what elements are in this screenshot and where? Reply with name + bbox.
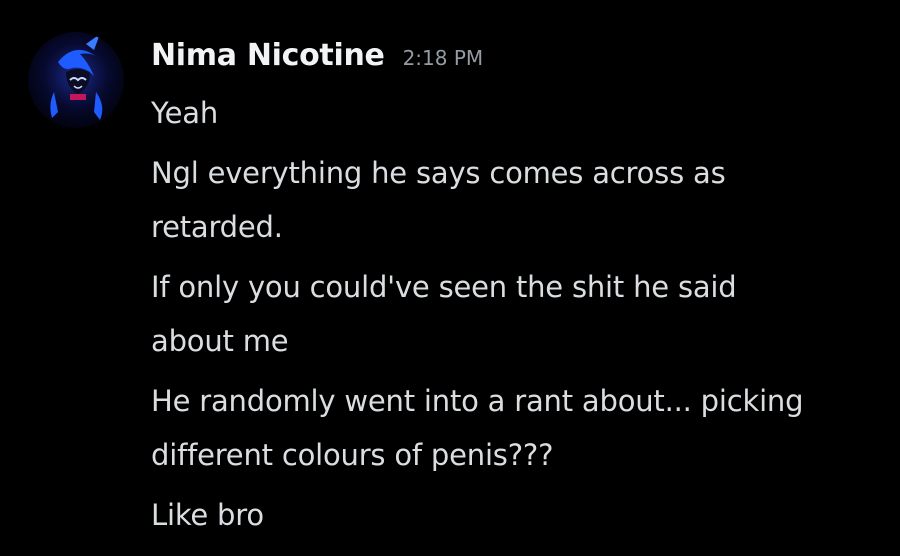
user-avatar[interactable] xyxy=(28,32,124,128)
message-group: Nima Nicotine 2:18 PM Yeah Ngl everythin… xyxy=(0,0,900,556)
message-text[interactable]: If only you could've seen the shit he sa… xyxy=(151,260,881,368)
message-text[interactable]: He randomly went into a rant about... pi… xyxy=(151,374,881,482)
message-text[interactable]: Ngl everything he says comes across as r… xyxy=(151,146,881,254)
message-text[interactable]: Yeah xyxy=(151,86,881,140)
message-list: Yeah Ngl everything he says comes across… xyxy=(151,86,881,542)
anime-character-avatar-icon xyxy=(28,32,124,128)
message-header: Nima Nicotine 2:18 PM xyxy=(151,38,483,73)
username[interactable]: Nima Nicotine xyxy=(151,38,385,73)
message-text[interactable]: Like bro xyxy=(151,488,881,542)
timestamp[interactable]: 2:18 PM xyxy=(403,46,484,70)
